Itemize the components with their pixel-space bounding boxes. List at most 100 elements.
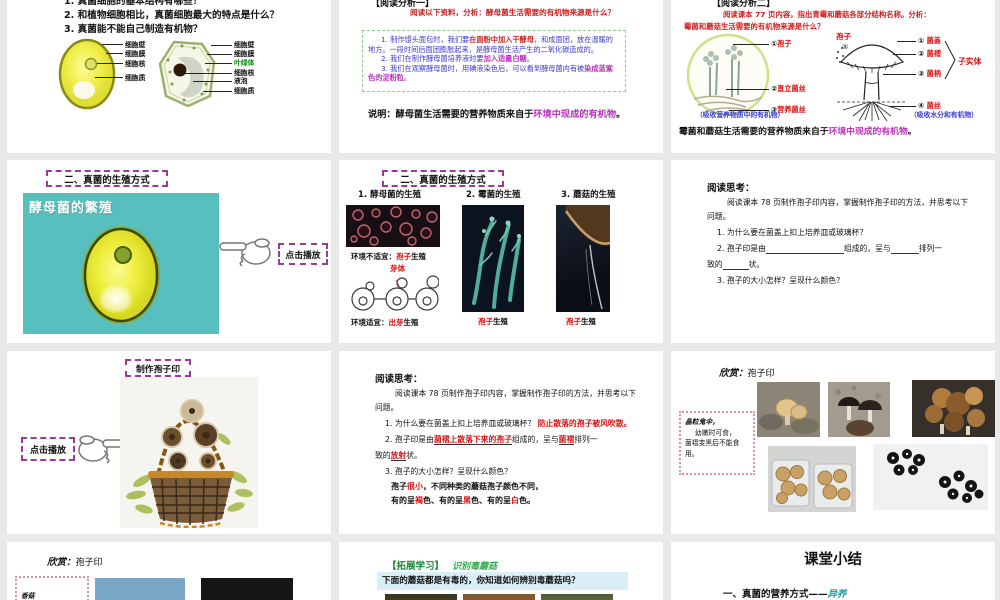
slide-thumbnail-4[interactable]: 二、真菌的生殖方式 酵母菌的繁殖 点击播放 [7,160,331,343]
mushroom-label: ④ 菌丝 [918,101,941,110]
appreciation-heading: 欣赏：孢子印 [719,368,775,379]
mushroom-label: ② 菌褶 [918,49,941,58]
poison-mushroom-photo-3 [541,594,613,600]
question-line: 3. 真菌能不能自己制造有机物？ [64,23,203,35]
summary-line: 霉菌和蘑菇生活需要的营养物质来自于环境中现成的有机物。 [679,127,917,137]
mushroom-note: （吸收水分和有机物） [910,111,978,119]
mushroom-spore-label: 孢子 [836,32,851,41]
question-line: 1. 真菌细胞的基本结构有哪些？ [64,0,203,7]
mushroom-label: ③ 菌柄 [918,69,941,78]
intro-line2: 问题。 [707,212,731,221]
question-2-cont: 致的 状。 [707,260,765,270]
yeast-cell-video-image [82,226,160,324]
plant-label: 液泡 [234,77,248,85]
plant-label-chloroplast: 叶绿体 [234,59,255,67]
slide-thumbnail-5[interactable]: 二、真菌的生殖方式 1. 酵母菌的生殖 2. 霉菌的生殖 3. 蘑菇的生殖 环境… [339,160,663,343]
mold-diagram [686,33,770,117]
mushroom-photo-3 [912,380,995,437]
video-frame[interactable]: 酵母菌的繁殖 [23,193,219,334]
black-spore-prints-photo [873,444,988,510]
slide-title-box: 二、真菌的生殖方式 [46,170,168,187]
material-item: 1. 制作馒头面包时，我们要 [381,35,470,44]
answer-1: 防止散落的孢子被风吹散。 [537,419,632,428]
answer-blank-2: 菌褶 [558,435,575,445]
play-button[interactable]: 点击播放 [278,243,328,265]
material-item: 。 [403,73,412,83]
question-line: 2. 和植物细胞相比，真菌细胞最大的特点是什么？ [64,9,280,21]
slide-thumbnail-6[interactable]: 阅读思考： 阅读课本 78 页制作孢子印内容，掌握制作孢子印的方法，并思考以下 … [671,160,995,343]
mold-photo [462,205,524,312]
material-item-accent: 加入适量白糖 [483,54,527,64]
reading-prompt-line2: 霉菌和蘑菇生活需要的有机物来源是什么？ [684,22,825,31]
mushroom-photo [556,205,610,312]
mushroom-note-box: 香菇 [15,576,89,600]
summary-point-1: 一、真菌的营养方式——异养 [723,589,847,600]
slide-thumbnail-2[interactable]: 【阅读分析一】 阅读以下资料，分析：酵母菌生活需要的有机物来源是什么？ 1. 制… [339,0,663,153]
mushroom-box-photo [768,446,856,512]
slide-thumbnail-12[interactable]: 课堂小结 一、真菌的营养方式——异养 [671,542,995,600]
slide-thumbnail-3[interactable]: 【阅读分析二】 阅读课本 77 页内容，指出青霉和蘑菇各部分结构名称。分析： 霉… [671,0,995,153]
reading-material-box: 1. 制作馒头面包时，我们要在面粉中加入干酵母，和成面团，放在温暖的地方。一段时… [362,30,626,92]
slide-thumbnail-11[interactable]: 【拓展学习】 识别毒蘑菇 下面的蘑菇都是有毒的，你知道如何辨别毒蘑菇吗？ [339,542,663,600]
slide-thumbnail-9[interactable]: 欣赏：孢子印 晶粒鬼伞， 幼嫩时可食， 菌褶变黑后不能食 用。 [671,351,995,534]
mushroom-photo-2 [828,382,890,437]
caption-spore-mode: 环境不适宜：孢子生殖 [351,252,426,261]
material-item-accent: 在面粉中加入干酵母 [469,35,534,44]
column-heading: 1. 酵母菌的生殖 [358,190,422,200]
mold-label: ①孢子 [771,39,792,48]
think-heading: 阅读思考： [375,374,423,385]
summary-point-accent: 异养 [827,589,847,600]
slide-title-box: 制作孢子印 [125,359,191,377]
plant-label: 细胞壁 [234,41,255,49]
mushroom-note-box: 晶粒鬼伞， 幼嫩时可食， 菌褶变黑后不能食 用。 [679,411,755,475]
mushroom-spore-number: ⑤ [842,43,849,51]
mold-label: ②直立菌丝 [771,84,806,93]
slide-thumbnail-1[interactable]: 1. 真菌细胞的基本结构有哪些？ 2. 和植物细胞相比，真菌细胞最大的特点是什么… [7,0,331,153]
column-heading: 3. 蘑菇的生殖 [561,190,616,200]
poison-mushroom-photo-2 [463,594,535,600]
slide-title-box: 二、真菌的生殖方式 [382,170,504,187]
caption-budding-mode: 环境适宜：出芽生殖 [351,318,419,327]
mold-note: （吸收营养物质中的有机物） [696,111,785,119]
fruiting-body-brace [944,40,956,80]
yeast-label: 细胞核 [125,60,146,68]
plant-label: 细胞核 [234,69,255,77]
intro-line2: 问题。 [375,403,399,412]
extension-heading: 【拓展学习】 识别毒蘑菇 [387,561,498,572]
slide-thumbnail-8[interactable]: 阅读思考： 阅读课本 78 页制作孢子印内容，掌握制作孢子印的方法，并思考以下 … [339,351,663,534]
question-2-with-answers: 2. 孢子印是由菌褶上散落下来的孢子组成的，呈与菌褶排列一 [385,435,598,445]
slide-thumbnail-10[interactable]: 欣赏：孢子印 香菇 [7,542,331,600]
pointing-hand-icon [219,238,271,267]
plant-label: 细胞质 [234,87,255,95]
mushroom-label: ① 菌盖 [918,36,941,45]
material-item: 2. 我们在制作酵母菌培养液时要 [381,54,484,64]
blue-spore-print-photo [95,578,185,600]
material-item: 。 [526,54,534,64]
yeast-cell-diagram [58,38,116,110]
dark-spore-print-photo [201,578,293,600]
question-3: 3. 孢子的大小怎样？呈现什么颜色？ [385,467,512,476]
yeast-label: 细胞膜 [125,50,146,58]
plant-cell-diagram [158,40,216,108]
question-1-with-answer: 1. 为什么要在菌盖上扣上培养皿或玻璃杯？ 防止散落的孢子被风吹散。 [385,419,632,428]
summary-accent: 环境中现成的有机物 [828,127,908,137]
summary-title: 课堂小结 [804,552,862,568]
appreciation-heading: 欣赏：孢子印 [47,557,103,568]
slide-thumbnail-7[interactable]: 制作孢子印 点击播放 [7,351,331,534]
section-header: 【阅读分析二】 [712,0,776,9]
question-1: 1. 为什么要在菌盖上扣上培养皿或玻璃杯？ [717,228,868,237]
question-3: 3. 孢子的大小怎样？呈现什么颜色？ [717,276,844,285]
yeast-micrograph-photo [346,205,440,247]
play-button[interactable]: 点击播放 [21,437,75,461]
caption-mold-spore: 孢子生殖 [478,317,508,326]
think-heading: 阅读思考： [707,183,755,194]
caption-mushroom-spore: 孢子生殖 [566,317,596,326]
question-banner: 下面的蘑菇都是有毒的，你知道如何辨别毒蘑菇吗？ [377,572,628,590]
summary-accent: 环境中现成的有机物 [533,109,617,120]
intro-line1: 阅读课本 78 页制作孢子印内容，掌握制作孢子印的方法，并思考以下 [727,198,968,207]
answer-blank-1: 菌褶上散落下来的孢子 [433,435,512,445]
question-2-cont: 致的放射状。 [375,451,422,461]
summary-line: 说明：酵母菌生活需要的营养物质来自于环境中现成的有机物。 [368,109,626,120]
reading-prompt-line1: 阅读课本 77 页内容，指出青霉和蘑菇各部分结构名称。分析： [723,10,931,19]
poison-mushroom-photo-1 [385,594,457,600]
